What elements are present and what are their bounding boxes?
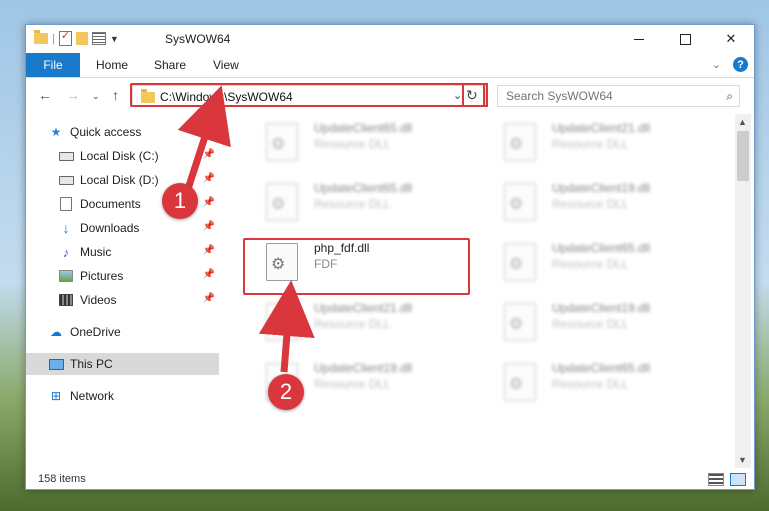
callout-step-2: 2 (268, 374, 304, 410)
annotation-arrows (177, 85, 315, 373)
callout-step-1: 1 (162, 183, 198, 219)
arrow-to-file (258, 280, 315, 373)
arrow-to-address-bar (177, 85, 231, 197)
